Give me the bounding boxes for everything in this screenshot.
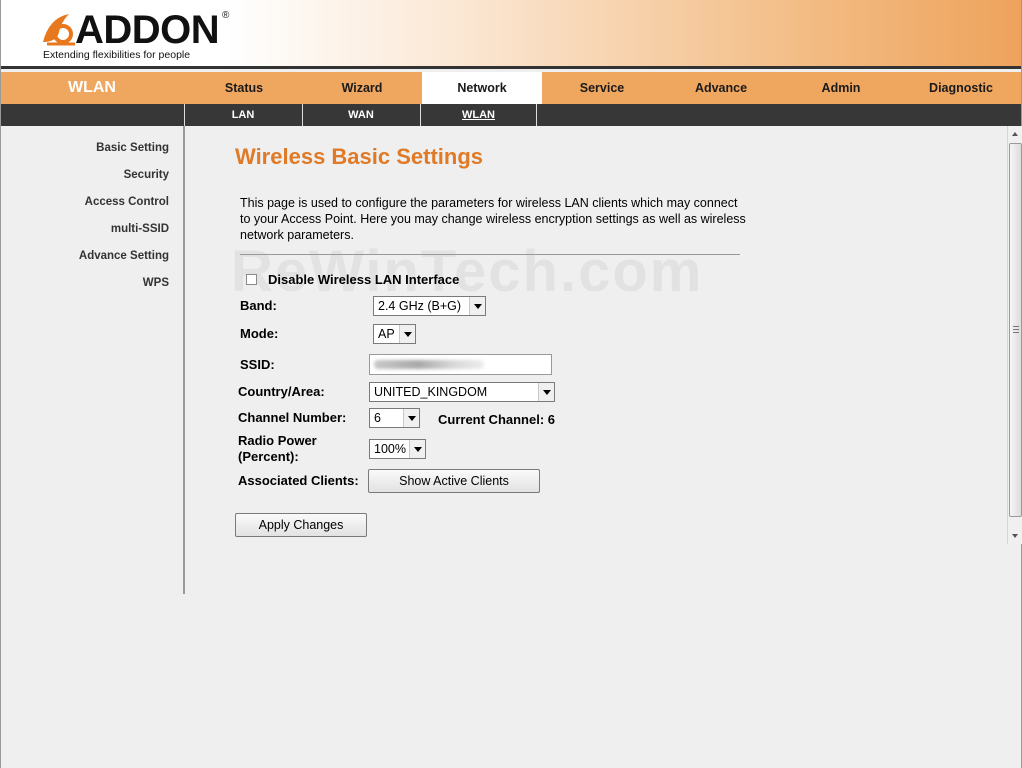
- scroll-down-arrow-icon[interactable]: [1008, 528, 1022, 544]
- subtab-wan-label: WAN: [348, 109, 374, 121]
- sidebar-item-security[interactable]: Security: [124, 169, 169, 181]
- sidebar-item-access-control[interactable]: Access Control: [85, 196, 169, 208]
- tab-service[interactable]: Service: [542, 72, 662, 104]
- mode-label: Mode:: [240, 326, 279, 341]
- chevron-down-icon: [538, 383, 554, 401]
- page-title: Wireless Basic Settings: [235, 144, 484, 169]
- logo-wordmark: ADDON: [75, 8, 220, 52]
- band-select[interactable]: 2.4 GHz (B+G): [373, 296, 486, 316]
- sidebar-item-wps[interactable]: WPS: [143, 277, 169, 289]
- chevron-down-icon: [399, 325, 415, 343]
- country-value: UNITED_KINGDOM: [374, 385, 488, 399]
- tab-status[interactable]: Status: [184, 72, 304, 104]
- associated-clients-label: Associated Clients:: [238, 473, 359, 488]
- addon-logo-mark-icon: [43, 14, 75, 46]
- addon-logo: ADDON ® Extending flexibilities for peop…: [39, 8, 239, 64]
- current-channel-text: Current Channel: 6: [438, 412, 556, 427]
- band-value: 2.4 GHz (B+G): [378, 299, 462, 313]
- ssid-redacted-value: [374, 360, 484, 369]
- tab-network[interactable]: Network: [422, 72, 542, 104]
- tab-advance[interactable]: Advance: [661, 72, 781, 104]
- sidebar-item-advance-setting[interactable]: Advance Setting: [79, 250, 169, 262]
- main-nav: WLAN Status Wizard Network Service Advan…: [1, 72, 1021, 104]
- main-content: ReWinTech.com Wireless Basic Settings Th…: [187, 126, 1007, 544]
- sidebar-item-basic-setting[interactable]: Basic Setting: [96, 142, 169, 154]
- disable-wlan-checkbox[interactable]: [246, 274, 257, 285]
- divider: [240, 254, 740, 255]
- header-banner: ADDON ® Extending flexibilities for peop…: [1, 0, 1021, 69]
- show-active-clients-button[interactable]: Show Active Clients: [368, 469, 540, 493]
- radio-power-label-line2: (Percent):: [238, 449, 299, 464]
- ssid-input[interactable]: [369, 354, 552, 375]
- channel-select[interactable]: 6: [369, 408, 420, 428]
- subtab-wlan[interactable]: WLAN: [420, 104, 537, 126]
- subtab-lan-label: LAN: [231, 109, 255, 121]
- vertical-scrollbar[interactable]: [1007, 126, 1022, 544]
- tab-admin[interactable]: Admin: [781, 72, 901, 104]
- chevron-down-icon: [409, 440, 425, 458]
- scroll-up-arrow-icon[interactable]: [1008, 126, 1022, 142]
- ssid-label: SSID:: [240, 357, 275, 372]
- registered-mark: ®: [222, 10, 230, 21]
- sub-nav: LAN WAN WLAN: [1, 104, 1021, 126]
- band-label: Band:: [240, 298, 277, 313]
- scrollbar-grip-icon: [1013, 326, 1019, 333]
- country-label: Country/Area:: [238, 384, 325, 399]
- sidebar: Basic Setting Security Access Control mu…: [1, 126, 185, 594]
- disable-wlan-label: Disable Wireless LAN Interface: [268, 272, 460, 287]
- logo-tagline: Extending flexibilities for people: [43, 49, 191, 61]
- radio-power-select[interactable]: 100%: [369, 439, 426, 459]
- subtab-wlan-label: WLAN: [462, 109, 495, 121]
- chevron-down-icon: [403, 409, 419, 427]
- channel-value: 6: [374, 411, 381, 425]
- page-description: This page is used to configure the param…: [240, 196, 746, 242]
- section-title: WLAN: [68, 79, 116, 96]
- chevron-down-icon: [469, 297, 485, 315]
- country-select[interactable]: UNITED_KINGDOM: [369, 382, 555, 402]
- radio-power-value: 100%: [374, 442, 406, 456]
- channel-label: Channel Number:: [238, 410, 347, 425]
- apply-changes-button[interactable]: Apply Changes: [235, 513, 367, 537]
- tab-wizard[interactable]: Wizard: [302, 72, 422, 104]
- subtab-lan[interactable]: LAN: [184, 104, 301, 126]
- scrollbar-thumb[interactable]: [1009, 143, 1022, 517]
- radio-power-label-line1: Radio Power: [238, 433, 317, 448]
- mode-value: AP: [378, 327, 395, 341]
- mode-select[interactable]: AP: [373, 324, 416, 344]
- tab-diagnostic[interactable]: Diagnostic: [901, 72, 1021, 104]
- sidebar-item-multi-ssid[interactable]: multi-SSID: [111, 223, 169, 235]
- subtab-wan[interactable]: WAN: [302, 104, 419, 126]
